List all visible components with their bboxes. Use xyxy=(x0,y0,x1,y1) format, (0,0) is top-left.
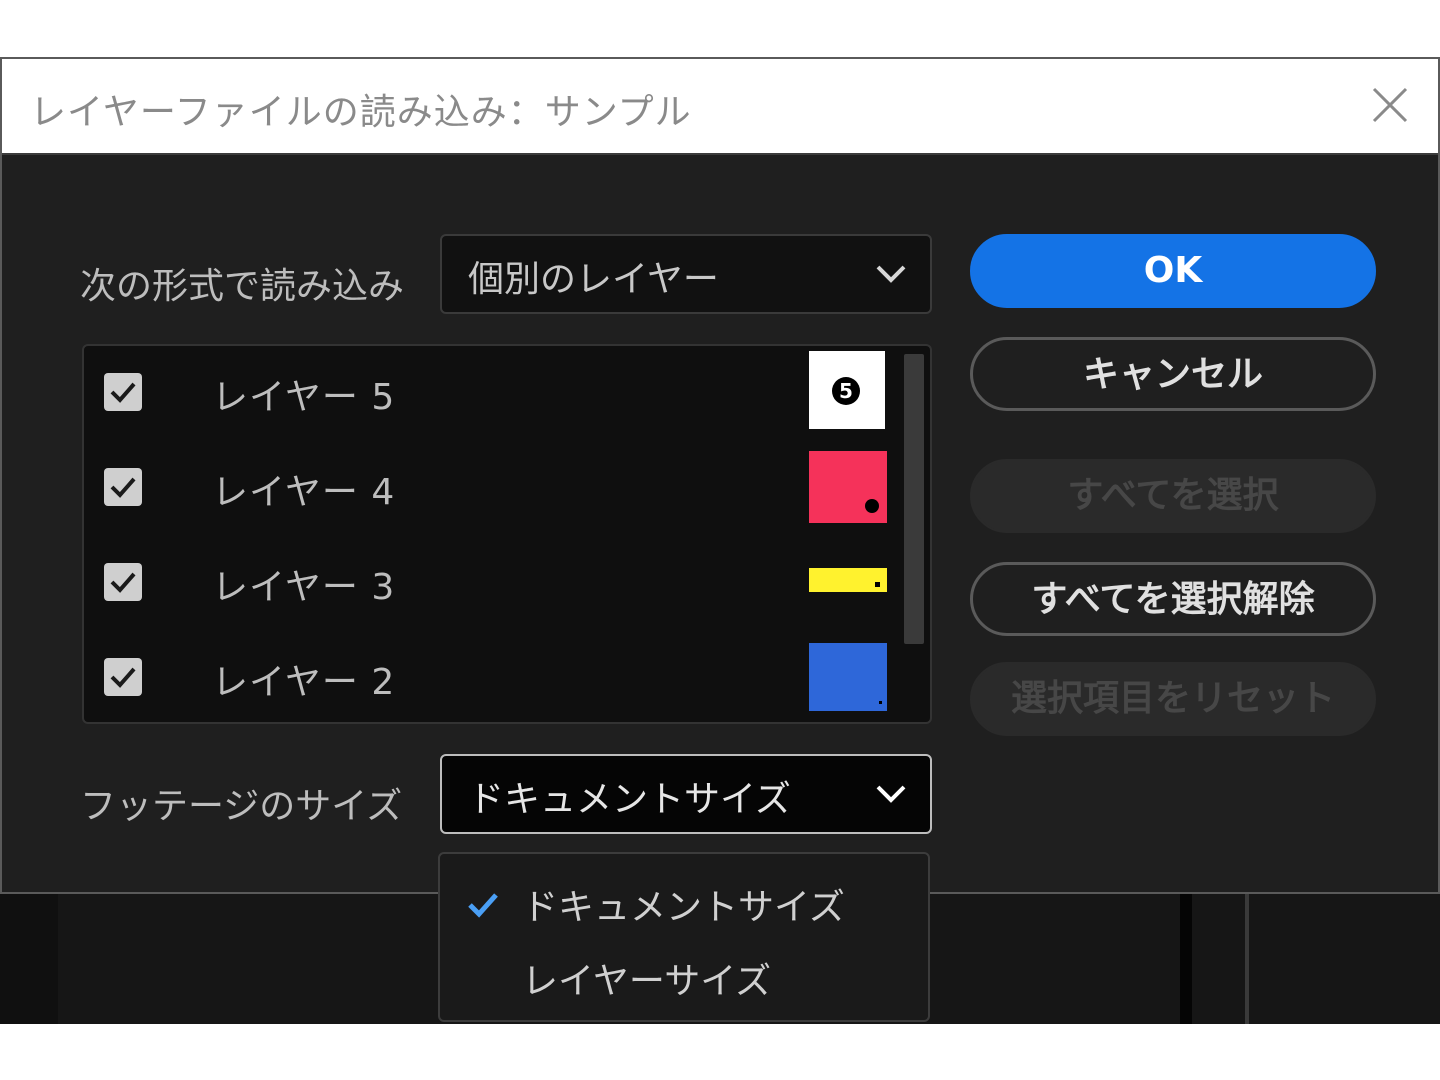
close-icon[interactable] xyxy=(1366,81,1414,129)
reset-selection-button[interactable]: 選択項目をリセット xyxy=(970,662,1376,736)
layer-marker-dot xyxy=(875,582,880,587)
layer-checkbox[interactable] xyxy=(104,563,142,601)
import-as-value: 個別のレイヤー xyxy=(468,259,719,300)
footage-size-value: ドキュメントサイズ xyxy=(468,779,791,820)
background-panel-edge xyxy=(0,893,58,1024)
import-as-label: 次の形式で読み込み xyxy=(80,266,405,307)
checkmark-icon xyxy=(466,890,500,924)
layer-thumbnail xyxy=(809,643,887,711)
import-layer-file-dialog: レイヤーファイルの読み込み：サンプル 次の形式で読み込み 個別のレイヤー レイヤ… xyxy=(0,57,1440,894)
menu-item-document-size[interactable]: ドキュメントサイズ xyxy=(440,864,928,934)
layer-checkbox[interactable] xyxy=(104,658,142,696)
layer-thumbnail xyxy=(809,451,887,523)
cancel-button[interactable]: キャンセル xyxy=(970,337,1376,411)
menu-item-label: レイヤーサイズ xyxy=(522,961,772,1002)
layer-marker-dot xyxy=(865,499,879,513)
dialog-title: レイヤーファイルの読み込み：サンプル xyxy=(30,92,692,133)
layer-name: レイヤー 2 xyxy=(212,662,396,703)
layer-list-scrollbar[interactable] xyxy=(904,354,924,644)
deselect-all-button[interactable]: すべてを選択解除 xyxy=(970,562,1376,636)
layer-row[interactable]: レイヤー 2 xyxy=(84,631,904,721)
menu-item-layer-size[interactable]: レイヤーサイズ xyxy=(440,938,928,1008)
layer-name: レイヤー 5 xyxy=(212,377,396,418)
layer-row[interactable]: レイヤー 5 5 xyxy=(84,346,904,436)
layer-row[interactable]: レイヤー 4 xyxy=(84,441,904,531)
import-as-select[interactable]: 個別のレイヤー xyxy=(440,234,932,314)
layer-checkbox[interactable] xyxy=(104,373,142,411)
footage-size-label: フッテージのサイズ xyxy=(80,786,403,827)
layer-name: レイヤー 4 xyxy=(212,472,396,513)
select-all-button[interactable]: すべてを選択 xyxy=(970,459,1376,533)
footage-size-menu: ドキュメントサイズ レイヤーサイズ xyxy=(438,852,930,1022)
layer-thumbnail xyxy=(809,568,887,592)
layer-marker: 5 xyxy=(832,377,860,405)
chevron-down-icon xyxy=(874,782,908,806)
dialog-titlebar: レイヤーファイルの読み込み：サンプル xyxy=(2,59,1438,155)
layer-name: レイヤー 3 xyxy=(212,567,396,608)
layer-checkbox[interactable] xyxy=(104,468,142,506)
layer-list: レイヤー 5 5 レイヤー 4 レイヤー 3 レイヤー 2 xyxy=(82,344,932,724)
chevron-down-icon xyxy=(874,262,908,286)
layer-row[interactable]: レイヤー 3 xyxy=(84,536,904,626)
background-divider xyxy=(1180,893,1192,1024)
ok-button[interactable]: OK xyxy=(970,234,1376,308)
menu-item-label: ドキュメントサイズ xyxy=(522,887,845,928)
layer-thumbnail: 5 xyxy=(809,351,885,429)
layer-marker-dot xyxy=(879,701,882,704)
footage-size-select[interactable]: ドキュメントサイズ xyxy=(440,754,932,834)
background-divider-thin xyxy=(1245,893,1249,1024)
